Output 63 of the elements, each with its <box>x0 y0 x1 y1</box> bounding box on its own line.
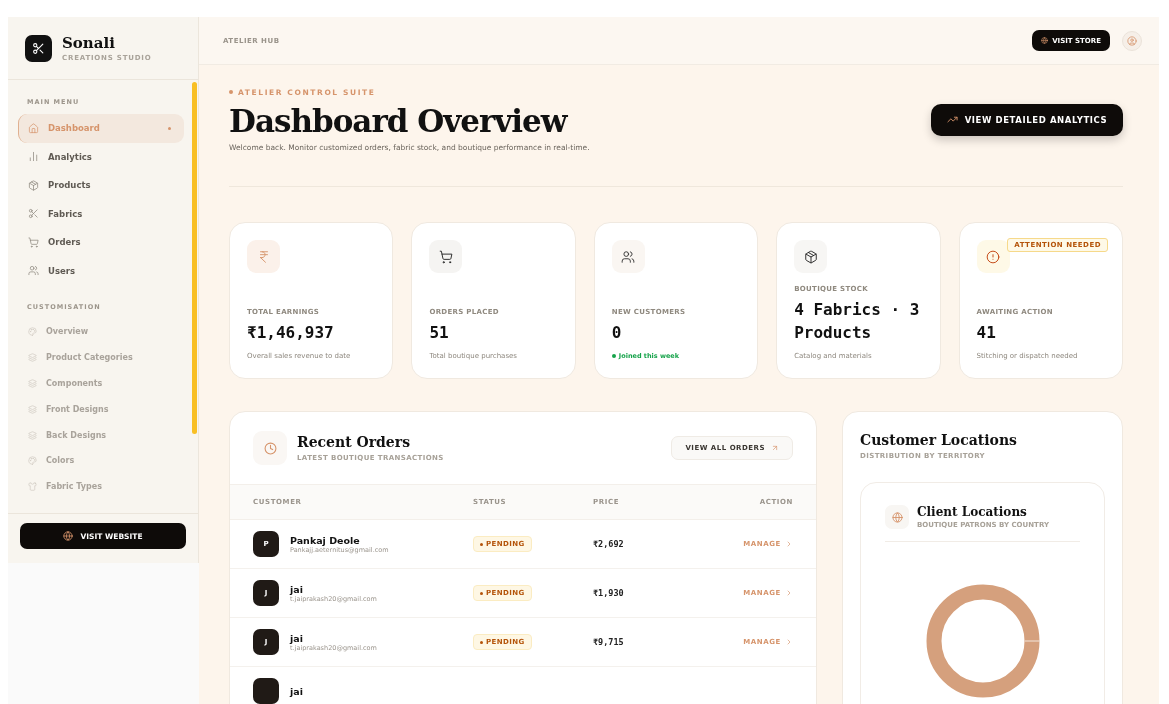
customer-name: Pankaj Deole <box>290 534 360 546</box>
layers-icon <box>28 353 37 363</box>
layers-icon <box>28 404 37 414</box>
layers-icon <box>28 430 37 440</box>
stat-value: 4 Fabrics · 3 Products <box>794 298 921 344</box>
user-icon <box>1127 35 1137 46</box>
home-icon <box>28 122 39 134</box>
customer-name: jai <box>290 583 303 595</box>
cart-icon <box>28 236 39 248</box>
users-icon <box>28 265 39 277</box>
users-icon <box>621 249 636 264</box>
sidebar-item[interactable]: Product Categories <box>18 344 184 371</box>
price-cell-text: ₹1,930 <box>593 588 625 598</box>
brand-name: Sonali <box>62 34 116 52</box>
sidebar-item[interactable]: Front Designs <box>18 396 184 423</box>
trend-icon <box>946 114 958 125</box>
sidebar-item[interactable]: Products <box>18 171 184 200</box>
sidebar-item[interactable]: Back Designs <box>18 422 184 448</box>
card-title: Customer Locations <box>860 432 1018 448</box>
box-icon <box>803 249 818 264</box>
active-dot <box>168 126 171 130</box>
page-title: Dashboard Overview <box>229 102 569 139</box>
chevron-icon <box>785 540 793 548</box>
sidebar-item[interactable]: Colors <box>18 448 184 474</box>
box-icon <box>28 179 39 191</box>
layers-icon <box>28 379 37 388</box>
sidebar-item[interactable]: Analytics <box>18 142 184 171</box>
arrow-icon <box>771 444 779 452</box>
sidebar-item[interactable]: Components <box>18 370 184 397</box>
bar-chart-icon <box>28 151 39 163</box>
customer-name: jai <box>290 632 303 644</box>
chevron-icon <box>785 638 793 646</box>
scissors-icon <box>28 208 39 220</box>
sidebar-item[interactable]: Users <box>18 256 184 285</box>
stat-value: 41 <box>976 321 997 344</box>
sidebar-item[interactable]: Fabrics <box>18 199 184 228</box>
alert-icon <box>986 249 1001 264</box>
logo-icon <box>25 34 52 62</box>
card-title: Recent Orders <box>297 434 412 450</box>
palette-icon <box>28 327 37 337</box>
customer-avatar <box>253 678 279 704</box>
card-title: Client Locations <box>917 505 1028 519</box>
globe-icon <box>63 531 74 541</box>
stat-value: ₹1,46,937 <box>247 321 335 344</box>
palette-icon <box>28 456 37 466</box>
user-avatar-button[interactable] <box>1122 30 1142 51</box>
cart-icon <box>438 249 453 264</box>
sidebar-item[interactable]: Dashboard <box>18 114 184 143</box>
shirt-icon <box>28 482 37 492</box>
sidebar-item[interactable]: Overview <box>18 319 184 345</box>
analytics-button[interactable]: VIEW DETAILED ANALYTICS <box>931 103 1123 136</box>
price-cell-text: ₹9,715 <box>593 637 625 647</box>
clock-icon <box>263 441 277 455</box>
globe-icon <box>891 511 903 523</box>
price-cell-text: ₹2,692 <box>593 539 625 549</box>
customer-name: jai <box>290 685 303 697</box>
globe-icon <box>1041 37 1049 44</box>
scrollbar[interactable] <box>192 82 197 434</box>
stat-value: 51 <box>429 321 450 344</box>
stat-value: 0 <box>611 321 623 344</box>
sidebar-item[interactable]: Orders <box>18 228 184 257</box>
chevron-icon <box>785 589 793 597</box>
sidebar-item[interactable]: Fabric Types <box>18 473 184 500</box>
